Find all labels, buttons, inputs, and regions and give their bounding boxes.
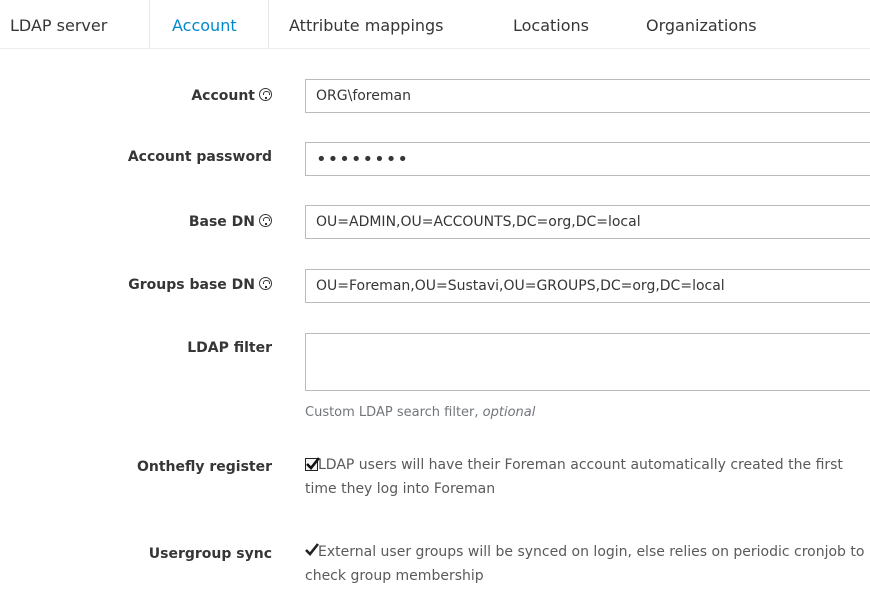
checkmark-icon [306, 457, 321, 470]
ldap-filter-textarea[interactable] [305, 333, 870, 391]
help-icon[interactable] [259, 88, 272, 101]
account-label: Account [191, 87, 272, 104]
account-password-label: Account password [127, 149, 272, 165]
onthefly-register-checkbox[interactable] [305, 457, 321, 471]
ldap-filter-label: LDAP filter [187, 340, 272, 356]
checkmark-icon [305, 543, 320, 556]
tab-divider [268, 0, 269, 48]
base-dn-label: Base DN [189, 213, 272, 230]
tab-ldap-server[interactable]: LDAP server [10, 0, 107, 48]
usergroup-sync-field: External user groups will be synced on l… [305, 540, 865, 588]
base-dn-input[interactable] [305, 205, 870, 239]
tab-bar: LDAP server Account Attribute mappings L… [0, 0, 870, 49]
groups-base-dn-label: Groups base DN [128, 276, 272, 293]
help-icon[interactable] [259, 214, 272, 227]
account-password-input[interactable] [305, 142, 870, 176]
tab-attribute-mappings[interactable]: Attribute mappings [289, 0, 444, 48]
usergroup-sync-label: Usergroup sync [148, 546, 272, 562]
onthefly-register-field: LDAP users will have their Foreman accou… [305, 457, 843, 497]
help-icon[interactable] [259, 277, 272, 290]
usergroup-sync-checkbox[interactable] [305, 543, 320, 558]
tab-account[interactable]: Account [172, 0, 237, 48]
groups-base-dn-input[interactable] [305, 269, 870, 303]
ldap-filter-help-text: Custom LDAP search filter, optional [305, 405, 536, 420]
tab-divider [149, 0, 150, 48]
onthefly-register-label: Onthefly register [136, 459, 272, 475]
tab-organizations[interactable]: Organizations [646, 0, 757, 48]
tab-locations[interactable]: Locations [513, 0, 589, 48]
account-input[interactable] [305, 79, 870, 113]
